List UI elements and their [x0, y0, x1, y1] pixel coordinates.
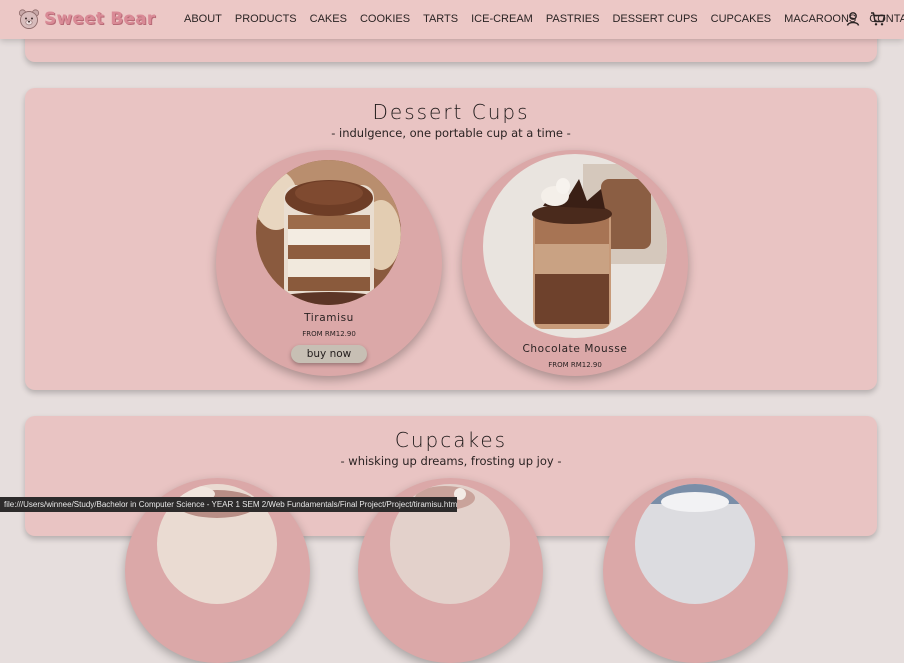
tiramisu-image[interactable]	[256, 160, 401, 305]
user-icon[interactable]	[845, 11, 861, 27]
nav-cookies[interactable]: COOKIES	[360, 13, 410, 25]
status-bar-url: file:///Users/winnee/Study/Bachelor in C…	[0, 497, 457, 512]
product-card-tiramisu[interactable]: Tiramisu FROM RM12.90 buy now	[216, 150, 442, 376]
product-card-chocolate-mousse[interactable]: Chocolate Mousse FROM RM12.90	[462, 150, 688, 376]
section-subtitle: - indulgence, one portable cup at a time…	[331, 126, 571, 140]
dessert-cups-section: Dessert Cups - indulgence, one portable …	[25, 88, 877, 390]
nav-cupcakes[interactable]: CUPCAKES	[711, 13, 772, 25]
main-menu: ABOUT PRODUCTS CAKES COOKIES TARTS ICE-C…	[184, 13, 904, 25]
bear-face-icon	[18, 9, 40, 29]
section-title: Cupcakes	[394, 428, 508, 452]
nav-pastries[interactable]: PASTRIES	[546, 13, 600, 25]
cupcakes-section: Cupcakes - whisking up dreams, frosting …	[25, 416, 877, 663]
chocolate-mousse-photo	[483, 154, 667, 338]
nav-ice-cream[interactable]: ICE-CREAM	[471, 13, 533, 25]
nav-tarts[interactable]: TARTS	[423, 13, 458, 25]
brand-logo[interactable]: Sweet Bear	[18, 6, 155, 32]
brand-name: Sweet Bear	[44, 9, 156, 29]
product-card-cupcake[interactable]	[603, 478, 788, 663]
section-subtitle: - whisking up dreams, frosting up joy -	[340, 454, 562, 468]
product-price: FROM RM12.90	[548, 361, 602, 369]
top-nav: Sweet Bear ABOUT PRODUCTS CAKES COOKIES …	[0, 0, 904, 39]
product-price: FROM RM12.90	[302, 330, 356, 338]
cart-icon[interactable]	[870, 11, 886, 27]
nav-products[interactable]: PRODUCTS	[235, 13, 297, 25]
product-name: Chocolate Mousse	[522, 343, 628, 355]
product-name: Tiramisu	[304, 312, 354, 324]
cupcake-photo	[635, 484, 755, 512]
nav-dessert-cups[interactable]: DESSERT CUPS	[612, 13, 697, 25]
nav-cakes[interactable]: CAKES	[310, 13, 347, 25]
section-title: Dessert Cups	[372, 100, 530, 124]
cupcake-image[interactable]	[635, 484, 755, 604]
nav-about[interactable]: ABOUT	[184, 13, 222, 25]
chocolate-mousse-image[interactable]	[483, 154, 667, 338]
tiramisu-photo	[256, 160, 401, 305]
buy-now-button[interactable]: buy now	[291, 345, 367, 363]
